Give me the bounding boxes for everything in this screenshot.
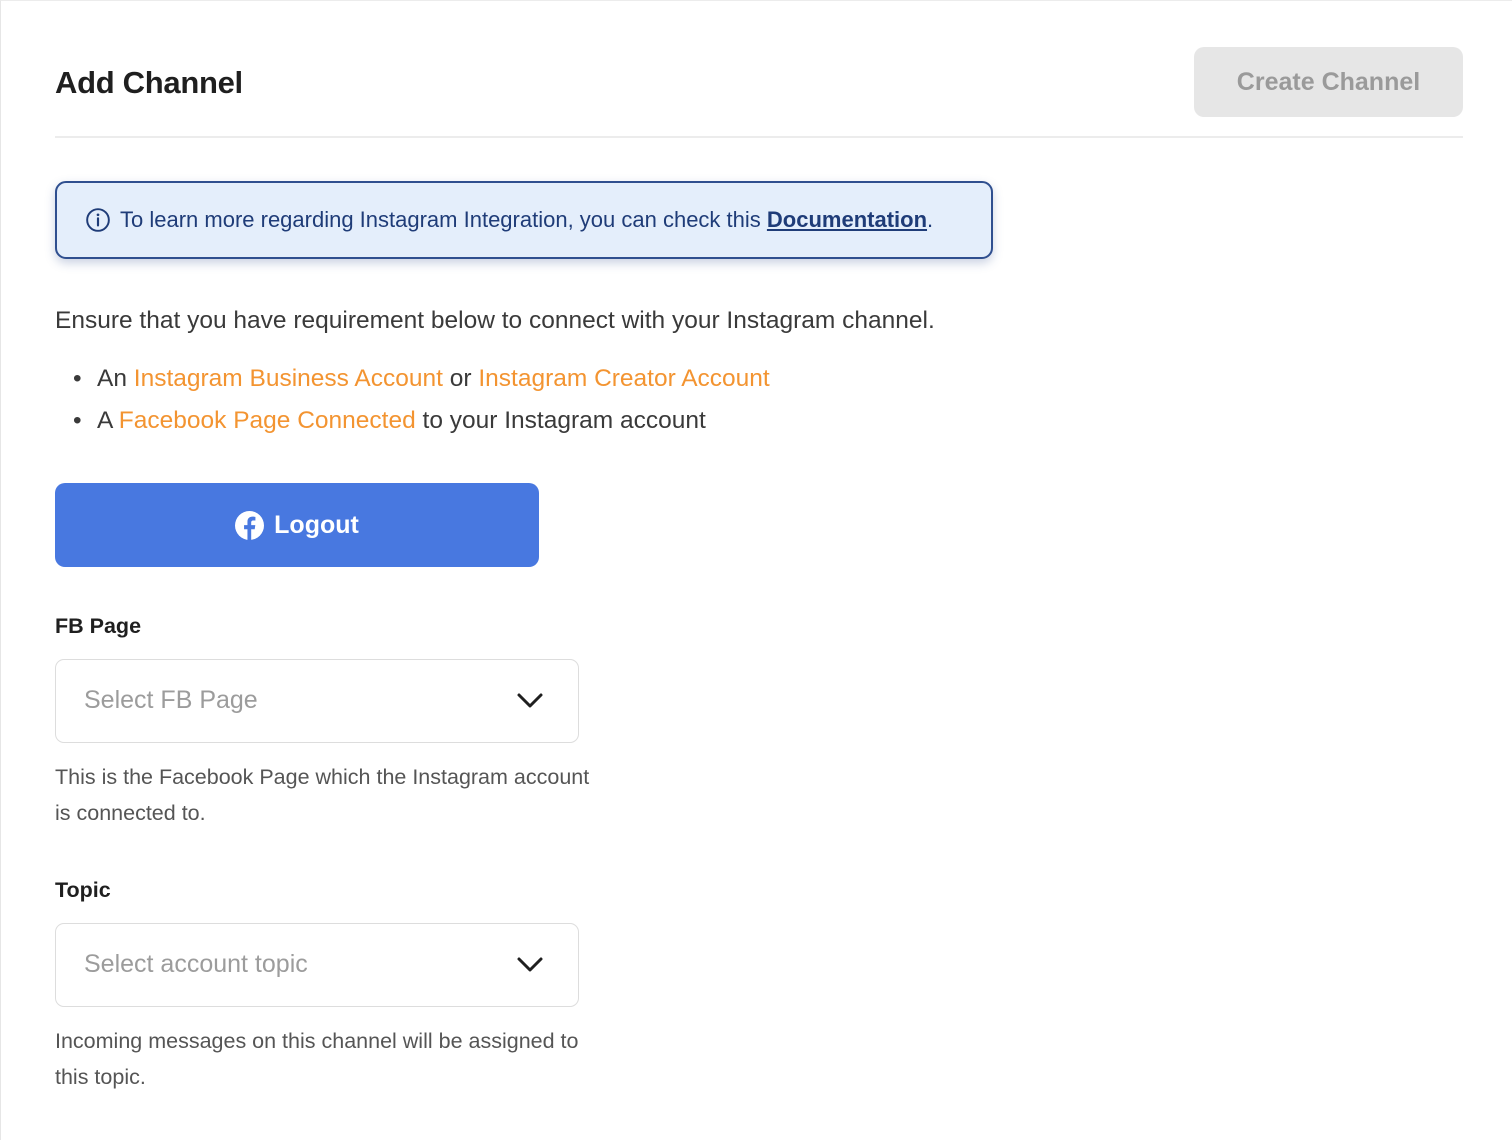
requirement-suffix: to your Instagram account — [415, 407, 706, 434]
topic-placeholder: Select account topic — [84, 950, 308, 978]
chevron-down-icon — [517, 957, 543, 972]
info-text-after: . — [927, 207, 934, 232]
fb-page-helper-text: This is the Facebook Page which the Inst… — [55, 765, 590, 825]
add-channel-page: Add Channel Create Channel To learn more… — [0, 0, 1512, 1140]
bullet: • — [73, 365, 82, 392]
requirements-list: • An Instagram Business Account or Instag… — [55, 359, 770, 443]
fb-page-placeholder: Select FB Page — [84, 686, 258, 714]
page-title: Add Channel — [55, 65, 243, 100]
facebook-icon — [235, 510, 265, 540]
topic-helper-text: Incoming messages on this channel will b… — [55, 1029, 579, 1089]
requirement-prefix: An — [97, 365, 134, 392]
info-text: To learn more regarding Instagram Integr… — [120, 207, 933, 233]
requirements-intro: Ensure that you have requirement below t… — [55, 307, 935, 334]
documentation-link[interactable]: Documentation — [767, 207, 927, 232]
requirement-middle: or — [442, 365, 479, 392]
facebook-page-connected-link[interactable]: Facebook Page Connected — [119, 407, 416, 434]
create-channel-button[interactable]: Create Channel — [1194, 47, 1463, 117]
info-circle-icon — [86, 208, 110, 232]
topic-select[interactable]: Select account topic — [55, 923, 579, 1007]
instagram-creator-account-link[interactable]: Instagram Creator Account — [478, 365, 769, 392]
page-header: Add Channel Create Channel — [55, 47, 1463, 138]
requirement-item-facebook-page: • A Facebook Page Connected to your Insta… — [55, 401, 770, 443]
info-banner: To learn more regarding Instagram Integr… — [55, 181, 993, 259]
requirement-item-account: • An Instagram Business Account or Instag… — [55, 359, 770, 401]
facebook-logout-button[interactable]: Logout — [55, 483, 539, 567]
info-text-before: To learn more regarding Instagram Integr… — [120, 207, 767, 232]
bullet: • — [73, 407, 82, 434]
chevron-down-icon — [517, 693, 543, 708]
instagram-business-account-link[interactable]: Instagram Business Account — [134, 365, 443, 392]
requirement-prefix: A — [97, 407, 119, 434]
fb-page-label: FB Page — [55, 614, 142, 638]
fb-page-select[interactable]: Select FB Page — [55, 659, 579, 743]
topic-label: Topic — [55, 878, 111, 902]
logout-label: Logout — [274, 510, 359, 539]
